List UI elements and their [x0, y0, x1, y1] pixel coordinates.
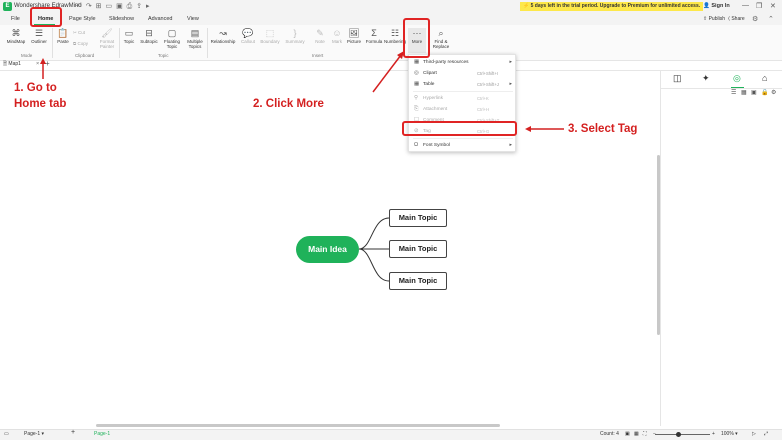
horizontal-scrollbar[interactable] — [96, 424, 500, 427]
main-topic-node-2[interactable]: Main Topic — [389, 240, 447, 258]
menu-separator — [413, 138, 513, 139]
expand-icon[interactable]: ⤢ — [764, 431, 768, 437]
attachment-icon: ⎘ — [414, 106, 419, 112]
hyperlink-icon: ⚲ — [414, 95, 419, 101]
menu-item-font-symbol[interactable]: Ω Font Symbol ▸ — [409, 140, 517, 151]
table-icon: ▦ — [414, 81, 420, 87]
present-icon[interactable]: ▷ — [752, 431, 756, 437]
fit-width-icon[interactable]: ▦ — [634, 431, 639, 437]
menu-item-third-party-resources[interactable]: ▦ Third-party resources ▸ — [409, 57, 517, 68]
submenu-arrow-icon: ▸ — [509, 59, 512, 65]
main-topic-node-3[interactable]: Main Topic — [389, 272, 447, 290]
menu-item-attachment[interactable]: ⎘ Attachment Ctrl+H — [409, 104, 517, 115]
annotation-step-3: 3. Select Tag — [568, 123, 638, 135]
highlight-more-button — [403, 18, 430, 58]
sidebar-toggle-icon[interactable]: ▭ — [4, 431, 9, 437]
main-idea-node[interactable]: Main Idea — [296, 236, 359, 263]
add-page-icon[interactable]: + — [71, 429, 75, 436]
zoom-slider-handle[interactable] — [676, 432, 681, 437]
menu-item-hyperlink[interactable]: ⚲ Hyperlink Ctrl+K — [409, 93, 517, 104]
highlight-tag-item — [402, 121, 517, 136]
menu-item-table[interactable]: ▦ Table Ctrl+Shift+J ▸ — [409, 79, 517, 90]
annotation-step-2: 2. Click More — [253, 98, 324, 110]
fit-page-icon[interactable]: ▣ — [625, 431, 630, 437]
more-dropdown-menu: ▦ Third-party resources ▸ ◎ Clipart Ctrl… — [408, 54, 516, 152]
clipart-icon: ◎ — [414, 70, 419, 76]
highlight-home-tab — [30, 7, 62, 27]
page-tab[interactable]: Page-1 — [94, 431, 110, 437]
zoom-level[interactable]: 100% ▾ — [721, 431, 738, 437]
font-symbol-icon: Ω — [414, 142, 419, 148]
count-label: Count: 4 — [600, 431, 619, 437]
zoom-in-icon[interactable]: + — [712, 431, 715, 437]
vertical-scrollbar[interactable] — [657, 155, 660, 335]
submenu-arrow-icon: ▸ — [509, 142, 512, 148]
submenu-arrow-icon: ▸ — [509, 81, 512, 87]
menu-separator — [413, 91, 513, 92]
fullscreen-icon[interactable]: ⛶ — [643, 431, 647, 437]
annotation-step-1: 1. Go to Home tab — [14, 82, 67, 110]
zoom-slider-track[interactable] — [655, 434, 710, 435]
menu-item-clipart[interactable]: ◎ Clipart Ctrl+Shift+I — [409, 68, 517, 79]
page-selector[interactable]: Page-1 ▾ — [24, 431, 44, 437]
main-topic-node-1[interactable]: Main Topic — [389, 209, 447, 227]
resources-icon: ▦ — [414, 59, 420, 65]
